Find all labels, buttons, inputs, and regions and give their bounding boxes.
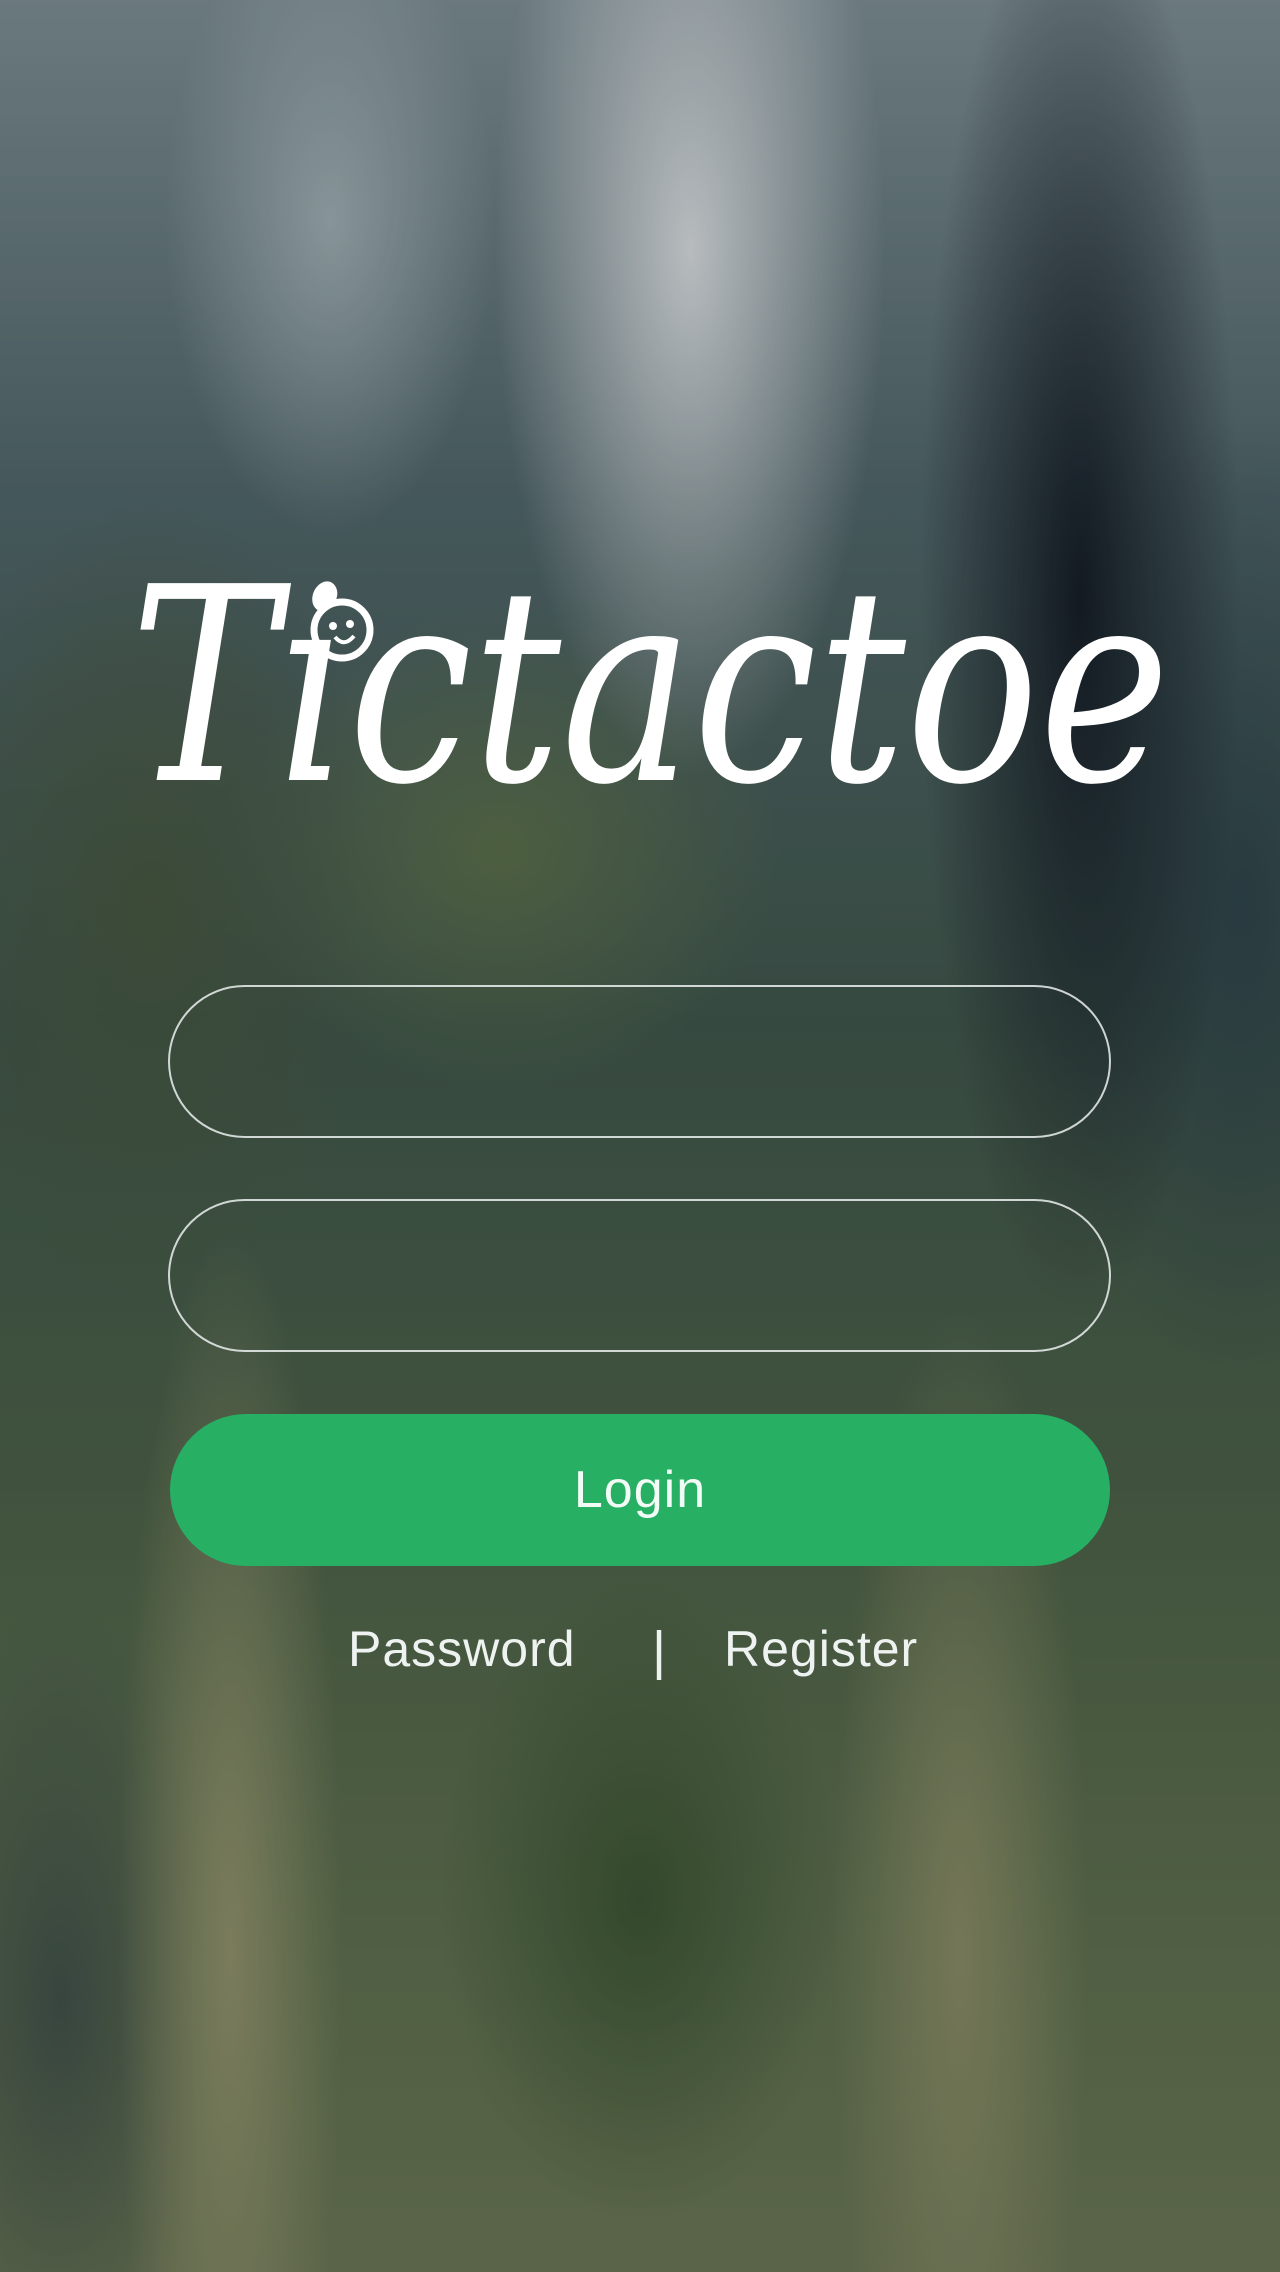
links-separator: | (652, 1621, 667, 1681)
footer-links: Password | Register (0, 1620, 1280, 1690)
login-button[interactable]: Login (170, 1414, 1110, 1566)
forgot-password-link[interactable]: Password (348, 1620, 576, 1678)
username-input[interactable] (168, 985, 1111, 1138)
app-logo: Tictactoe (130, 529, 1180, 844)
password-input[interactable] (168, 1199, 1111, 1352)
register-link[interactable]: Register (724, 1620, 918, 1678)
logo-wordmark: Tictactoe (130, 540, 1170, 820)
